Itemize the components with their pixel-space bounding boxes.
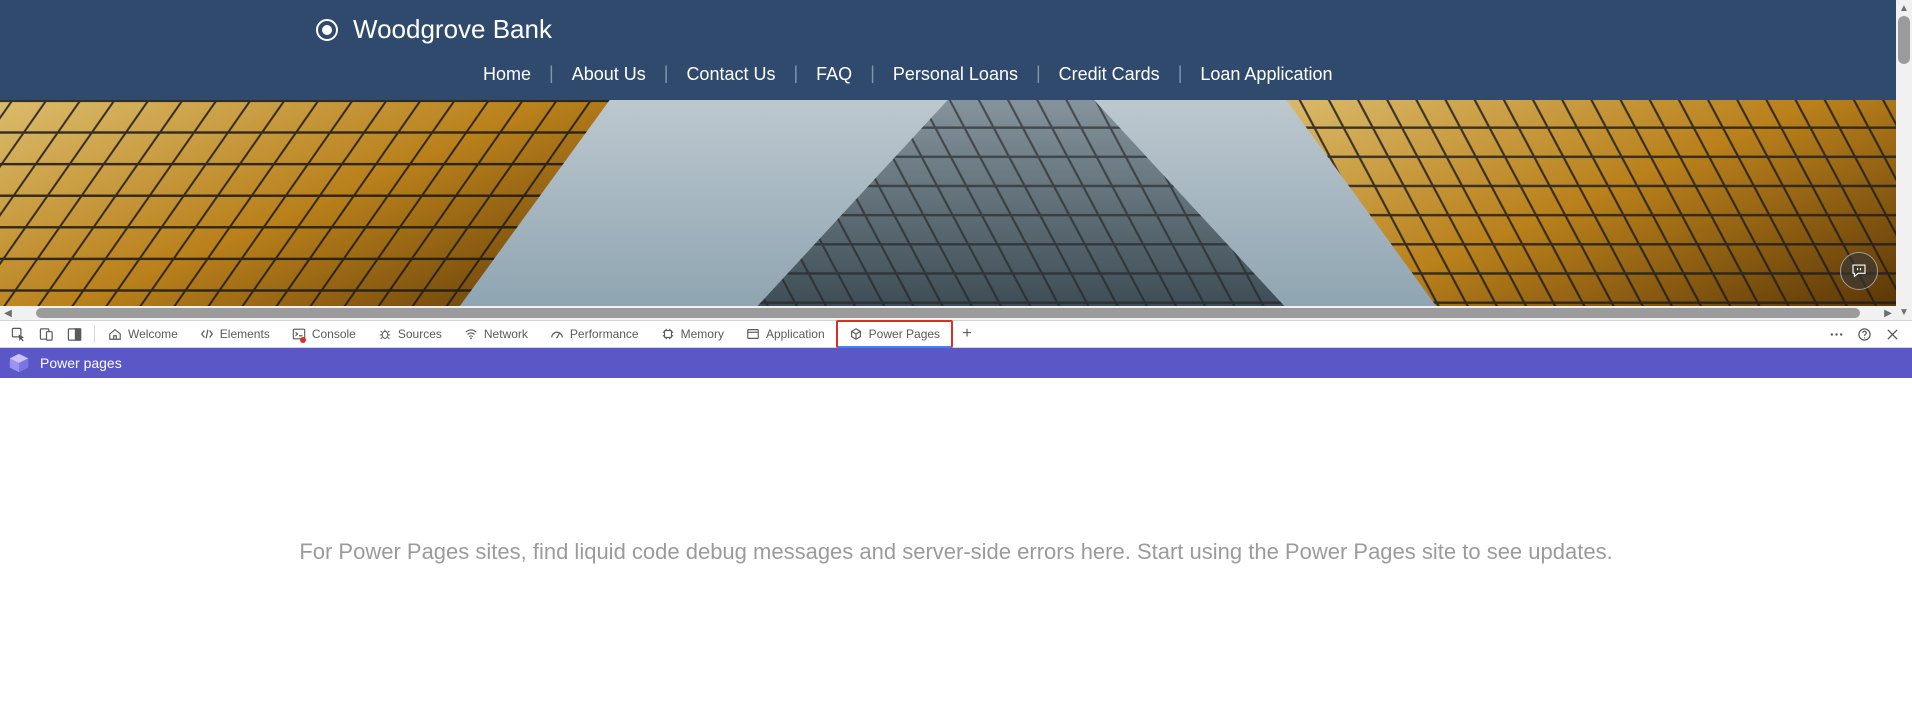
power-pages-panel-header: Power pages [0, 348, 1912, 378]
primary-nav: Home| About Us| Contact Us| FAQ| Persona… [315, 63, 1896, 85]
vscroll-thumb[interactable] [1898, 16, 1910, 64]
tab-label: Network [484, 327, 528, 341]
page-vertical-scrollbar[interactable]: ▲ ▼ [1896, 0, 1912, 320]
tab-sources[interactable]: Sources [367, 320, 453, 348]
nav-credit-cards[interactable]: Credit Cards [1041, 63, 1178, 85]
feedback-icon [1850, 262, 1868, 280]
power-pages-empty-message: For Power Pages sites, find liquid code … [299, 539, 1612, 565]
tab-label: Application [766, 327, 825, 341]
chip-icon [661, 327, 675, 341]
devtools-toolbar: Welcome Elements Console Sources Network [0, 320, 1912, 348]
nav-contact-us[interactable]: Contact Us [668, 63, 793, 85]
hscroll-track[interactable] [16, 306, 1880, 320]
home-icon [108, 327, 122, 341]
tab-label: Memory [681, 327, 724, 341]
tab-memory[interactable]: Memory [650, 320, 735, 348]
bug-icon [378, 327, 392, 341]
brand: Woodgrove Bank [315, 0, 1896, 45]
power-pages-logo-icon [8, 352, 30, 374]
nav-about-us[interactable]: About Us [554, 63, 664, 85]
gauge-icon [550, 327, 564, 341]
tab-welcome[interactable]: Welcome [97, 320, 189, 348]
wifi-icon [464, 327, 478, 341]
tab-power-pages[interactable]: Power Pages [836, 320, 953, 348]
more-options-icon[interactable] [1822, 320, 1850, 348]
device-emulation-icon[interactable] [32, 320, 60, 348]
console-error-badge [300, 337, 306, 343]
hscroll-thumb[interactable] [36, 308, 1860, 318]
vscroll-track[interactable] [1896, 16, 1912, 304]
nav-home[interactable]: Home [465, 63, 549, 85]
tab-label: Performance [570, 327, 639, 341]
scroll-up-button[interactable]: ▲ [1896, 0, 1912, 16]
power-pages-icon [849, 327, 863, 341]
tab-application[interactable]: Application [735, 320, 836, 348]
plus-icon: + [962, 325, 971, 343]
dock-side-icon[interactable] [60, 320, 88, 348]
close-devtools-icon[interactable] [1878, 320, 1906, 348]
nav-loan-application[interactable]: Loan Application [1182, 63, 1350, 85]
tab-elements[interactable]: Elements [189, 320, 281, 348]
inspect-element-icon[interactable] [4, 320, 32, 348]
nav-faq[interactable]: FAQ [798, 63, 870, 85]
tab-label: Power Pages [869, 327, 940, 341]
page-horizontal-scrollbar[interactable]: ◀ ▶ [0, 306, 1896, 320]
nav-personal-loans[interactable]: Personal Loans [875, 63, 1036, 85]
tab-label: Elements [220, 327, 270, 341]
browser-content-area: ▲ ▼ Woodgrove Bank Home| About Us| Conta… [0, 0, 1912, 320]
tab-network[interactable]: Network [453, 320, 539, 348]
brand-logo-icon [315, 18, 339, 42]
feedback-button[interactable] [1840, 252, 1878, 290]
window-icon [746, 327, 760, 341]
scroll-down-button[interactable]: ▼ [1896, 304, 1912, 320]
tab-label: Console [312, 327, 356, 341]
power-pages-panel-body: For Power Pages sites, find liquid code … [0, 378, 1912, 726]
tab-performance[interactable]: Performance [539, 320, 650, 348]
site-header: Woodgrove Bank Home| About Us| Contact U… [0, 0, 1896, 100]
tab-label: Sources [398, 327, 442, 341]
power-pages-panel-title: Power pages [40, 355, 122, 371]
brand-name: Woodgrove Bank [353, 14, 552, 45]
scroll-left-button[interactable]: ◀ [0, 306, 16, 320]
tab-label: Welcome [128, 327, 178, 341]
help-icon[interactable] [1850, 320, 1878, 348]
hero-image [0, 100, 1896, 306]
tab-console[interactable]: Console [281, 320, 367, 348]
devtools-tabs: Welcome Elements Console Sources Network [97, 321, 981, 347]
add-tab-button[interactable]: + [953, 325, 981, 343]
scroll-right-button[interactable]: ▶ [1880, 306, 1896, 320]
code-icon [200, 327, 214, 341]
